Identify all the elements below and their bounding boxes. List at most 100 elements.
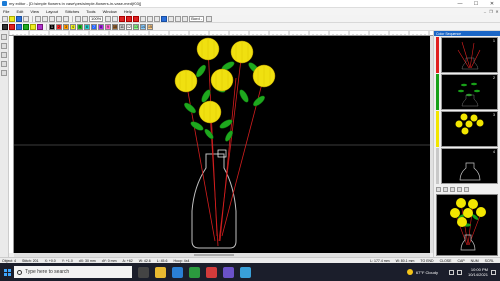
color-stop-row[interactable]: 2 — [436, 74, 498, 110]
menu-file[interactable]: File — [3, 9, 9, 14]
paste-button[interactable] — [49, 15, 55, 22]
editor-app-icon[interactable] — [223, 266, 234, 278]
store-icon[interactable] — [189, 266, 200, 278]
panel-tool-button[interactable] — [436, 186, 441, 192]
play-button[interactable] — [147, 15, 154, 22]
color-stop-chip[interactable]: 12 — [126, 23, 132, 30]
open-folder-button[interactable] — [9, 15, 15, 22]
color-stop-chip[interactable]: 11 — [119, 23, 125, 30]
pan-button[interactable] — [105, 15, 112, 22]
status-hoop: Hoop: 4x4 — [173, 258, 190, 263]
color-red-swatch[interactable] — [9, 23, 15, 30]
color-stop-chip[interactable]: 7 — [91, 23, 97, 30]
close-button[interactable]: ✕ — [484, 0, 500, 8]
color-yellow-swatch[interactable] — [30, 23, 36, 30]
network-icon[interactable] — [448, 269, 454, 275]
zoom-select[interactable]: 100% — [89, 15, 104, 22]
status-close: CLOSE — [439, 258, 452, 263]
color-stop-row[interactable]: 4 — [436, 148, 498, 184]
color-stop-chip[interactable]: 2 — [56, 23, 62, 30]
notifications-icon[interactable] — [491, 269, 496, 275]
maximize-button[interactable]: ☐ — [468, 0, 484, 8]
menu-tools[interactable]: Tools — [86, 9, 95, 14]
color-stop-chip[interactable]: 3 — [63, 23, 69, 30]
color-stop-chip[interactable]: 4 — [70, 23, 76, 30]
redo-button[interactable] — [63, 15, 69, 22]
scrollbar-thumb[interactable] — [194, 254, 234, 256]
color-black-swatch[interactable] — [2, 23, 8, 30]
zoom-out-button[interactable] — [82, 15, 88, 22]
color-stop-chip[interactable]: 14 — [140, 23, 146, 30]
print-button[interactable] — [23, 15, 29, 22]
border-mode-select[interactable]: Bord - — [189, 15, 205, 22]
settings-button[interactable] — [206, 15, 213, 22]
zoom-in-button[interactable] — [75, 15, 81, 22]
clock[interactable]: 10:00 PM 10/14/2021 — [468, 267, 488, 277]
stop-thumb-art — [455, 113, 484, 135]
panel-tool-button[interactable] — [443, 186, 448, 192]
panel-tool-button[interactable] — [457, 186, 462, 192]
panel-tool-button[interactable] — [450, 186, 455, 192]
color-stop-row[interactable]: 1 — [436, 37, 498, 73]
marker-button[interactable] — [133, 15, 140, 22]
copy-button[interactable] — [42, 15, 48, 22]
color-stop-chip[interactable]: 6 — [84, 23, 90, 30]
mail-icon[interactable] — [240, 266, 251, 278]
fast-forward-button[interactable] — [154, 15, 161, 22]
stop-button[interactable] — [119, 15, 126, 22]
stop-thumbnail: 3 — [441, 111, 498, 147]
menu-bar: File Edit View Layout Stitches Tools Win… — [0, 8, 500, 15]
volume-icon[interactable] — [456, 269, 462, 275]
color-stop-chip[interactable]: 9 — [105, 23, 111, 30]
status-dx: dX: 30 mm — [78, 258, 96, 263]
windows-logo-icon — [3, 268, 11, 276]
start-button[interactable] — [0, 263, 14, 281]
color-stop-chip[interactable]: 13 — [133, 23, 139, 30]
color-stop-row[interactable]: 3 — [436, 111, 498, 147]
new-file-button[interactable] — [2, 15, 8, 22]
select-tool-button[interactable] — [1, 34, 7, 40]
help-button[interactable] — [182, 15, 189, 22]
text-tool-button[interactable] — [1, 70, 7, 76]
menu-window[interactable]: Window — [103, 9, 117, 14]
app-icon[interactable] — [206, 266, 217, 278]
window-controls: — ☐ ✕ — [452, 0, 500, 8]
panel-tool-button[interactable] — [464, 186, 469, 192]
info-button[interactable] — [175, 15, 182, 22]
taskbar-search[interactable]: Type here to search — [14, 266, 132, 278]
rewind-button[interactable] — [140, 15, 147, 22]
color-stop-chip[interactable]: 1 — [49, 23, 55, 30]
undo-button[interactable] — [56, 15, 62, 22]
toolbar-divider — [72, 15, 73, 22]
color-blue-swatch[interactable] — [16, 23, 22, 30]
system-tray: 67°F Cloudy 10:00 PM 10/14/2021 — [406, 267, 500, 277]
task-view-icon[interactable] — [138, 266, 149, 278]
menu-help[interactable]: Help — [124, 9, 132, 14]
color-stop-chip[interactable]: 5 — [77, 23, 83, 30]
color-green-swatch[interactable] — [23, 23, 29, 30]
doc-close-button[interactable]: ✕ — [494, 9, 500, 15]
color-stop-chip[interactable]: 15 — [147, 23, 153, 30]
design-canvas[interactable] — [14, 36, 430, 253]
hoop-button[interactable] — [168, 15, 175, 22]
menu-edit[interactable]: Edit — [16, 9, 23, 14]
menu-view[interactable]: View — [30, 9, 39, 14]
weather-widget[interactable]: 67°F Cloudy — [406, 269, 438, 275]
browser-icon[interactable] — [172, 266, 183, 278]
fit-button[interactable] — [112, 15, 119, 22]
menu-layout[interactable]: Layout — [46, 9, 58, 14]
color-stop-chip[interactable]: 8 — [98, 23, 104, 30]
save-button[interactable] — [16, 15, 22, 22]
hand-tool-button[interactable] — [1, 52, 7, 58]
grid-button[interactable] — [161, 15, 168, 22]
cut-button[interactable] — [35, 15, 41, 22]
color-purple-swatch[interactable] — [37, 23, 43, 30]
zoom-tool-button[interactable] — [1, 43, 7, 49]
file-explorer-icon[interactable] — [155, 266, 166, 278]
menu-stitches[interactable]: Stitches — [65, 9, 79, 14]
draw-tool-button[interactable] — [1, 61, 7, 67]
record-button[interactable] — [126, 15, 133, 22]
toolbar-divider — [46, 23, 47, 30]
minimize-button[interactable]: — — [452, 0, 468, 8]
color-stop-chip[interactable]: 10 — [112, 23, 118, 30]
